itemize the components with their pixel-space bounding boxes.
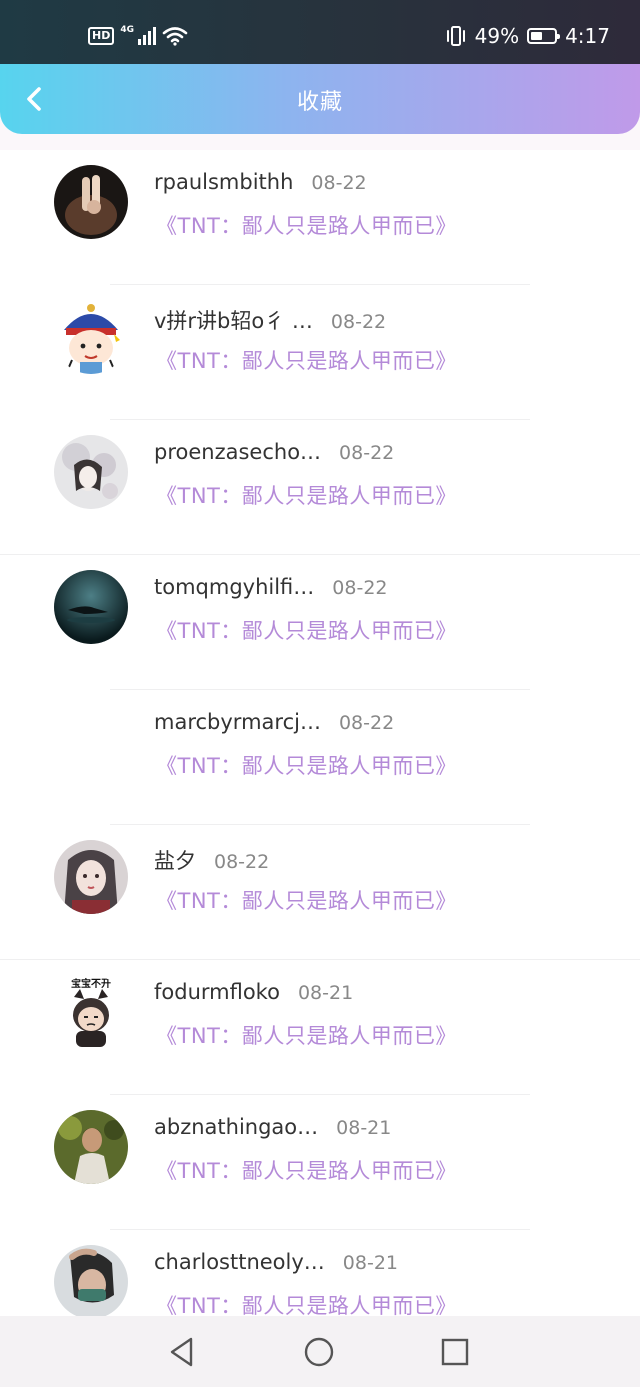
- book-title-link[interactable]: 《TNT：鄙人只是路人甲而已》: [156, 615, 457, 645]
- avatar[interactable]: [54, 300, 128, 374]
- battery-percent: 49%: [474, 24, 520, 48]
- list-item[interactable]: rpaulsmbithh 08-22 《TNT：鄙人只是路人甲而已》: [0, 150, 640, 285]
- wifi-icon: [162, 27, 188, 46]
- book-title-link[interactable]: 《TNT：鄙人只是路人甲而已》: [156, 885, 457, 915]
- avatar[interactable]: [54, 1245, 128, 1316]
- date: 08-21: [297, 982, 354, 1004]
- date: 08-22: [338, 712, 395, 734]
- date: 08-22: [311, 172, 367, 194]
- list-item[interactable]: charlosttneoly… 08-21 《TNT：鄙人只是路人甲而已》: [0, 1230, 640, 1316]
- hd-icon: HD: [88, 27, 115, 45]
- book-title-link[interactable]: 《TNT：鄙人只是路人甲而已》: [156, 1290, 457, 1316]
- date: 08-21: [342, 1252, 399, 1274]
- username: marcbyrmarcj…: [154, 710, 321, 734]
- username: proenzasecho…: [154, 440, 322, 464]
- avatar[interactable]: [54, 1110, 128, 1184]
- list-item[interactable]: abznathingao… 08-21 《TNT：鄙人只是路人甲而已》: [0, 1095, 640, 1230]
- vibrate-icon: [446, 26, 465, 46]
- battery-icon: [527, 28, 561, 44]
- status-left: HD 4G: [88, 25, 188, 46]
- page-title: 收藏: [296, 90, 343, 115]
- circle-home-icon[interactable]: [303, 1336, 335, 1368]
- avatar[interactable]: [54, 570, 128, 644]
- avatar[interactable]: [54, 705, 128, 779]
- username: charlosttneoly…: [154, 1250, 325, 1274]
- list-item[interactable]: 宝宝不开 fodurmfloko 08-21 《TNT：鄙人只是路人甲而已》: [0, 960, 640, 1095]
- signal-icon: [138, 27, 156, 45]
- username: 盐夕: [154, 849, 196, 873]
- username: v拼r讲b轺o彳 …: [154, 309, 313, 333]
- favorites-list: rpaulsmbithh 08-22 《TNT：鄙人只是路人甲而已》 v拼r讲b…: [0, 150, 640, 1316]
- username: abznathingao…: [154, 1115, 319, 1139]
- list-item[interactable]: marcbyrmarcj… 08-22 《TNT：鄙人只是路人甲而已》: [0, 690, 640, 825]
- list-item[interactable]: tomqmgyhilfi… 08-22 《TNT：鄙人只是路人甲而已》: [0, 555, 640, 690]
- avatar[interactable]: [54, 840, 128, 914]
- clock: 4:17: [565, 24, 610, 48]
- book-title-link[interactable]: 《TNT：鄙人只是路人甲而已》: [156, 345, 457, 375]
- avatar-sticker-text: 宝宝不开: [71, 977, 111, 990]
- date: 08-22: [214, 851, 270, 873]
- list-item[interactable]: v拼r讲b轺o彳 … 08-22 《TNT：鄙人只是路人甲而已》: [0, 285, 640, 420]
- avatar[interactable]: [54, 435, 128, 509]
- date: 08-21: [336, 1117, 392, 1139]
- triangle-back-icon[interactable]: [167, 1336, 199, 1368]
- list-item[interactable]: 盐夕 08-22 《TNT：鄙人只是路人甲而已》: [0, 825, 640, 960]
- book-title-link[interactable]: 《TNT：鄙人只是路人甲而已》: [156, 750, 457, 780]
- date: 08-22: [332, 577, 388, 599]
- date: 08-22: [330, 311, 387, 333]
- username: rpaulsmbithh: [154, 170, 294, 194]
- square-recents-icon[interactable]: [439, 1336, 471, 1368]
- avatar[interactable]: 宝宝不开: [54, 975, 128, 1049]
- header-bar: 收藏: [0, 64, 640, 134]
- book-title-link[interactable]: 《TNT：鄙人只是路人甲而已》: [156, 1155, 457, 1185]
- network-type: 4G: [120, 25, 134, 35]
- status-right: 49% 4:17: [445, 24, 610, 48]
- book-title-link[interactable]: 《TNT：鄙人只是路人甲而已》: [156, 1020, 457, 1050]
- date: 08-22: [339, 442, 395, 464]
- username: fodurmfloko: [154, 980, 280, 1004]
- username: tomqmgyhilfi…: [154, 575, 315, 599]
- list-item[interactable]: proenzasecho… 08-22 《TNT：鄙人只是路人甲而已》: [0, 420, 640, 555]
- avatar[interactable]: [54, 165, 128, 239]
- system-nav-bar: [0, 1316, 640, 1387]
- book-title-link[interactable]: 《TNT：鄙人只是路人甲而已》: [156, 480, 457, 510]
- book-title-link[interactable]: 《TNT：鄙人只是路人甲而已》: [156, 210, 457, 240]
